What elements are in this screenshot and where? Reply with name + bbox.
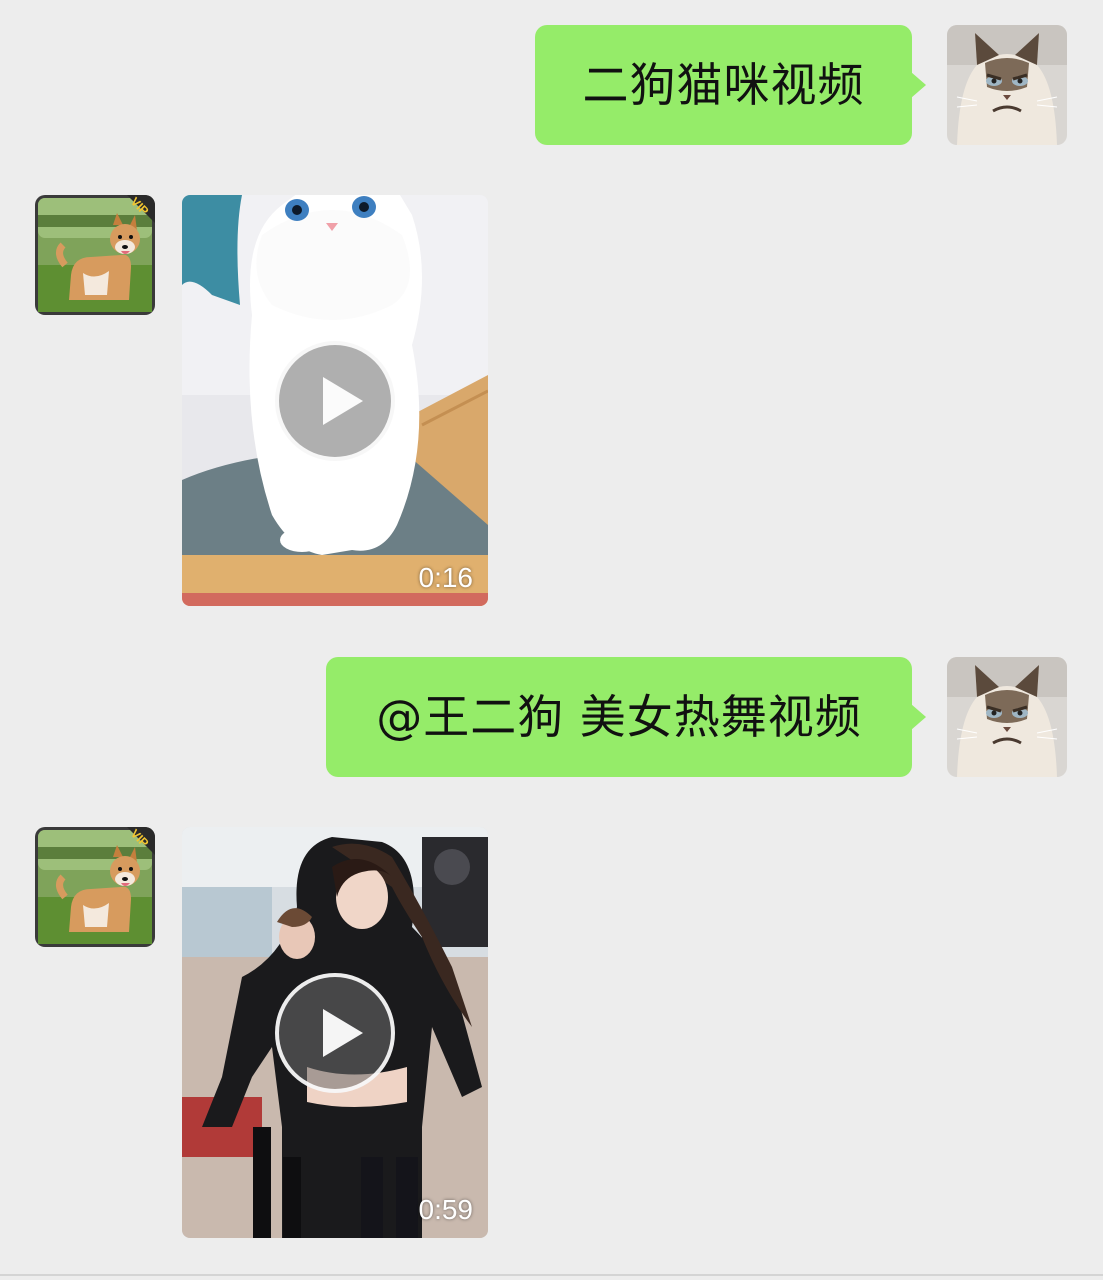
play-button[interactable] [275, 973, 395, 1093]
play-button[interactable] [275, 341, 395, 461]
message-bubble-self[interactable]: @王二狗 美女热舞视频 [326, 657, 926, 777]
grumpy-cat-avatar-icon[interactable] [947, 657, 1067, 777]
input-divider [0, 1274, 1103, 1276]
play-icon [323, 1009, 363, 1057]
video-message[interactable]: 0:16 [182, 195, 488, 606]
message-text: 二狗猫咪视频 [582, 58, 865, 112]
play-icon [323, 377, 363, 425]
video-duration: 0:59 [418, 1194, 474, 1225]
shiba-dog-vip-avatar-icon[interactable]: VIP [35, 195, 155, 315]
shiba-dog-vip-avatar-icon[interactable]: VIP [35, 827, 155, 947]
video-duration: 0:16 [418, 562, 474, 593]
message-bubble-self[interactable]: 二狗猫咪视频 [535, 25, 926, 145]
chat-window: 二狗猫咪视频 VIP 0:16 @王二狗 美女热舞视频 VIP 0:59 [0, 0, 1103, 1280]
message-text: @王二狗 美女热舞视频 [376, 690, 862, 744]
video-message[interactable]: 0:59 [182, 827, 488, 1238]
grumpy-cat-avatar-icon[interactable] [947, 25, 1067, 145]
